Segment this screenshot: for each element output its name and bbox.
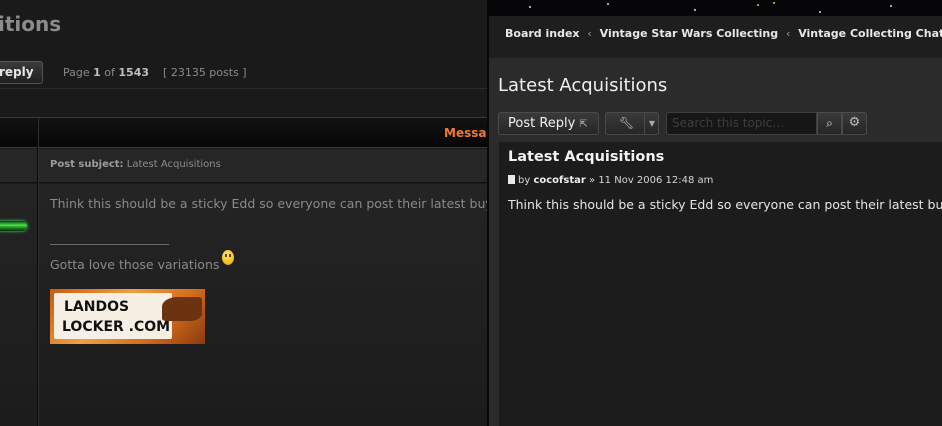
topic-title-fragment: itions xyxy=(0,12,62,36)
banner-line-1: LANDOS xyxy=(64,299,130,315)
breadcrumb-separator: ‹ xyxy=(785,27,791,40)
post-reply-button[interactable]: reply xyxy=(0,61,43,84)
page-total: 1543 xyxy=(118,66,150,79)
starfield-header xyxy=(489,0,942,16)
post-document-icon[interactable] xyxy=(508,175,515,184)
magnifier-icon: ⌕ xyxy=(826,116,833,130)
page-of: of xyxy=(104,66,115,79)
star xyxy=(819,11,821,13)
post-meta: by cocofstar » 11 Nov 2006 12:48 am xyxy=(508,174,713,186)
star xyxy=(890,5,892,7)
subject-value: Latest Acquisitions xyxy=(126,159,221,170)
signature-text: Gotta love those variations xyxy=(50,257,220,272)
pencil-arrow-icon: ⇱ xyxy=(579,119,588,130)
banner-panel: LANDOS LOCKER .COM xyxy=(54,293,172,339)
gear-icon: ⚙ xyxy=(848,115,861,130)
page-label: Page xyxy=(63,66,90,79)
date-separator: » xyxy=(589,175,596,186)
star xyxy=(607,3,609,5)
star xyxy=(773,2,775,4)
topic-tools-button[interactable]: 🔧︎ ▼ xyxy=(605,112,659,135)
signature: Gotta love those variations xyxy=(50,250,235,272)
advanced-search-button[interactable]: ⚙ xyxy=(842,112,867,135)
boot-icon xyxy=(162,297,202,321)
post-reply-button[interactable]: Post Reply ⇱ xyxy=(498,112,599,135)
table-header: Messag xyxy=(0,117,487,148)
pagination-info: Page 1 of 1543 [ 23135 posts ] xyxy=(63,66,247,79)
post-date: 11 Nov 2006 12:48 am xyxy=(598,175,714,186)
star xyxy=(757,4,759,6)
search-input[interactable]: Search this topic… xyxy=(666,112,817,135)
page-current: 1 xyxy=(93,66,101,79)
post-text: Think this should be a sticky Edd so eve… xyxy=(50,196,487,211)
column-divider-highlight xyxy=(38,118,39,426)
landos-locker-banner[interactable]: LANDOS LOCKER .COM xyxy=(50,289,205,344)
post-title[interactable]: Latest Acquisitions xyxy=(508,149,664,165)
post-count: [ 23135 posts ] xyxy=(163,66,247,79)
post-reply-label: Post Reply xyxy=(508,116,576,131)
breadcrumb-board-index[interactable]: Board index xyxy=(505,27,580,40)
banner-line-2: LOCKER .COM xyxy=(62,319,171,335)
divider xyxy=(0,88,487,89)
post-subject: Post subject: Latest Acquisitions xyxy=(50,159,221,170)
breadcrumb-vintage-collecting-chat[interactable]: Vintage Collecting Chat xyxy=(798,27,942,40)
post-author[interactable]: cocofstar xyxy=(533,175,585,186)
star xyxy=(529,6,531,8)
subject-label: Post subject: xyxy=(50,159,124,170)
breadcrumb-vintage-star-wars-collecting[interactable]: Vintage Star Wars Collecting xyxy=(600,27,778,40)
post-body-row: Think this should be a sticky Edd so eve… xyxy=(0,184,487,426)
new-theme-panel: Board index ‹ Vintage Star Wars Collecti… xyxy=(489,0,942,426)
old-theme-panel: itions reply Page 1 of 1543 [ 23135 post… xyxy=(0,0,487,426)
breadcrumb: Board index ‹ Vintage Star Wars Collecti… xyxy=(489,16,942,58)
post-text: Think this should be a sticky Edd so eve… xyxy=(508,197,942,212)
lightsaber-rank-icon xyxy=(0,221,27,231)
page-title[interactable]: Latest Acquisitions xyxy=(498,75,667,96)
post-subject-row: Post subject: Latest Acquisitions xyxy=(0,149,487,183)
breadcrumb-separator: ‹ xyxy=(587,27,592,40)
search-button[interactable]: ⌕ xyxy=(817,112,842,135)
wink-smiley-icon xyxy=(222,250,235,265)
caret-down-icon[interactable]: ▼ xyxy=(644,113,659,134)
message-column-header: Messag xyxy=(444,126,487,140)
wrench-icon: 🔧︎ xyxy=(619,116,635,130)
post-container: Latest Acquisitions by cocofstar » 11 No… xyxy=(499,142,942,426)
signature-divider xyxy=(50,244,169,245)
star xyxy=(694,9,696,11)
by-label: by xyxy=(518,175,531,186)
